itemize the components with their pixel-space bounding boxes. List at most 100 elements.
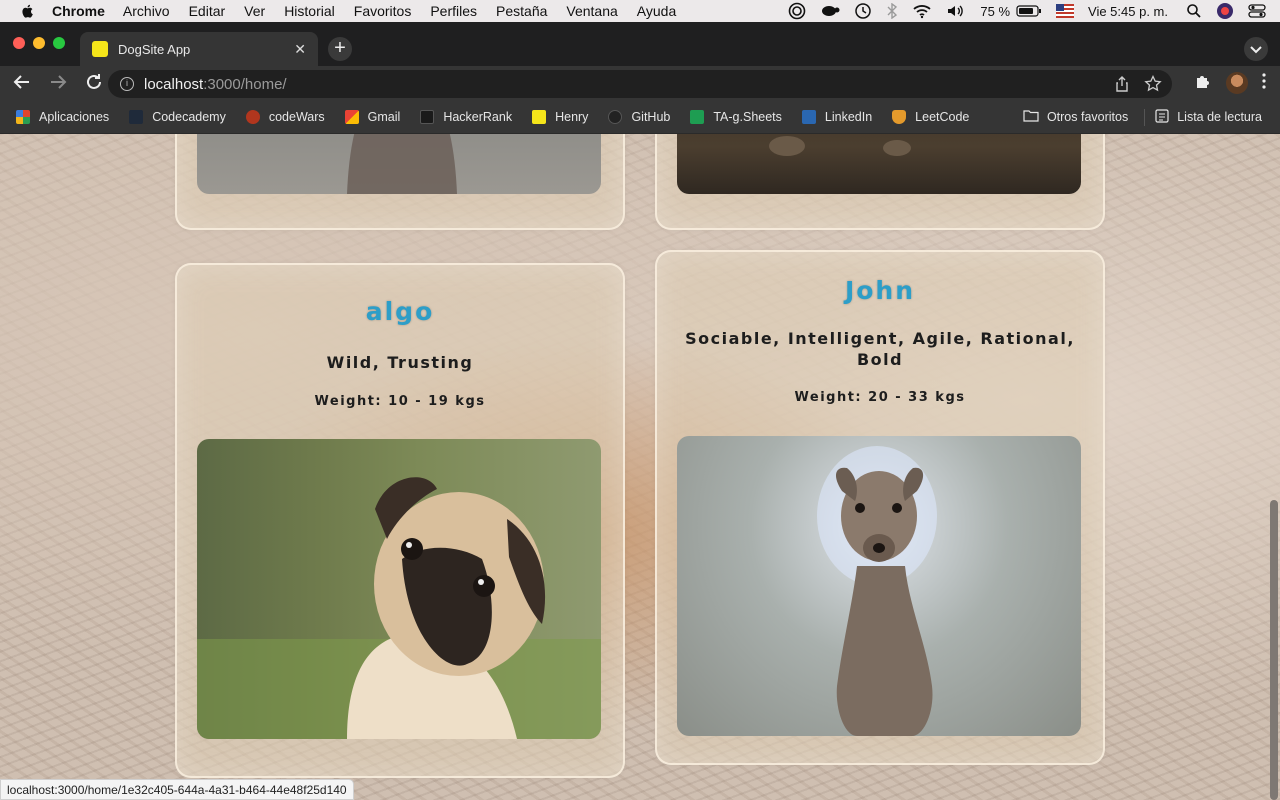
menu-app-name[interactable]: Chrome [52,3,105,19]
site-info-icon[interactable]: i [120,77,134,91]
back-button[interactable] [12,73,32,93]
bookmark-star-icon[interactable] [1144,74,1162,97]
reading-list-label: Lista de lectura [1177,110,1262,124]
dog-photo-partial [197,134,601,194]
bookmark-codewars[interactable]: codeWars [245,109,325,124]
apple-logo-icon[interactable] [20,3,36,19]
bookmark-github[interactable]: GitHub [608,109,671,124]
dog-name[interactable]: algo [177,297,623,326]
sheets-icon [690,109,705,124]
tab-title: DogSite App [118,41,191,57]
bookmark-leetcode[interactable]: LeetCode [892,109,970,124]
url-host: localhost [144,75,204,93]
battery-percent: 75 % [980,3,1011,19]
folder-icon [1023,109,1039,125]
clock[interactable]: Vie 5:45 p. m. [1088,4,1168,19]
codecademy-icon [129,109,144,124]
bookmark-gmail[interactable]: Gmail [344,109,401,124]
bookmark-henry[interactable]: Henry [532,109,589,124]
menu-ayuda[interactable]: Ayuda [637,3,676,19]
link-status-bar: localhost:3000/home/1e32c405-644a-4a31-b… [0,779,354,800]
henry-icon [532,109,547,124]
reload-button[interactable] [84,73,104,93]
bookmark-label: Otros favoritos [1046,110,1129,124]
bookmark-label: codeWars [268,109,325,124]
volume-icon[interactable] [946,3,966,19]
time-machine-icon[interactable] [854,2,872,20]
hackerrank-icon [420,109,435,124]
forward-button[interactable] [48,73,68,93]
dog-name[interactable]: John [657,276,1103,305]
focus-icon[interactable] [788,2,806,20]
tab-strip: DogSite App ✕ + [0,22,1280,66]
browser-menu-kebab-icon[interactable] [1262,72,1266,94]
menu-ver[interactable]: Ver [244,3,265,19]
menu-editar[interactable]: Editar [189,3,226,19]
menu-archivo[interactable]: Archivo [123,3,170,19]
dog-weight: Weight: 10 - 19 kgs [314,394,486,409]
user-account-icon[interactable] [1216,2,1234,20]
bookmark-label: Gmail [367,109,401,124]
reading-list-icon [1155,108,1169,126]
menu-historial[interactable]: Historial [284,3,335,19]
bookmark-label: GitHub [631,109,671,124]
github-icon [608,109,623,124]
page-scrollbar[interactable] [1270,500,1278,800]
spotlight-search-icon[interactable] [1186,3,1202,19]
bookmark-otros-favoritos[interactable]: Otros favoritos [1023,109,1128,125]
bookmark-label: Aplicaciones [39,109,110,124]
browser-tab[interactable]: DogSite App ✕ [80,32,318,66]
turtle-app-icon[interactable] [820,3,840,19]
menu-perfiles[interactable]: Perfiles [430,3,477,19]
dog-temperament: Sociable, Intelligent, Agile, Rational, … [685,329,1075,369]
bluetooth-icon[interactable] [886,3,898,19]
tab-search-button[interactable] [1244,37,1268,61]
input-source-flag-icon[interactable] [1056,4,1075,18]
dog-card[interactable]: John Sociable, Intelligent, Agile, Ratio… [655,250,1105,765]
greyhound-photo [677,436,1081,736]
control-center-icon[interactable] [1248,3,1266,19]
bookmark-label: Henry [555,109,589,124]
bookmark-aplicaciones[interactable]: Aplicaciones [16,109,110,124]
close-tab-icon[interactable]: ✕ [294,41,306,58]
bookmarks-bar: Aplicaciones Codecademy codeWars Gmail H… [0,100,1280,134]
wifi-icon[interactable] [912,3,932,19]
bookmark-hackerrank[interactable]: HackerRank [420,109,513,124]
linkedin-icon [801,109,816,124]
address-bar[interactable]: i localhost:3000/home/ [108,70,1172,98]
bookmark-ta-g-sheets[interactable]: TA-g.Sheets [690,109,782,124]
minimize-window-button[interactable] [33,37,45,49]
bookmark-linkedin[interactable]: LinkedIn [801,109,873,124]
dog-temperament: Wild, Trusting [326,353,474,372]
url-path: :3000/home/ [203,75,287,93]
bookmark-label: TA-g.Sheets [713,109,782,124]
bookmark-label: LinkedIn [824,109,873,124]
dog-card-partial[interactable] [655,134,1105,230]
dog-weight: Weight: 20 - 33 kgs [794,390,966,405]
close-window-button[interactable] [13,37,25,49]
page-viewport: algo Wild, Trusting Weight: 10 - 19 kgs … [0,134,1280,800]
bookmark-codecademy[interactable]: Codecademy [129,109,226,124]
menu-ventana[interactable]: Ventana [566,3,617,19]
bookmark-label: HackerRank [443,109,513,124]
dogsite-favicon-icon [92,41,108,57]
new-tab-button[interactable]: + [328,37,352,61]
menu-pestana[interactable]: Pestaña [496,3,547,19]
battery-icon[interactable] [1016,4,1042,18]
bookmark-label: Codecademy [152,109,226,124]
leetcode-icon [892,109,907,124]
profile-avatar[interactable] [1226,72,1248,94]
macos-menu-bar: Chrome Archivo Editar Ver Historial Favo… [0,0,1280,22]
bookmark-label: LeetCode [915,109,970,124]
browser-toolbar: i localhost:3000/home/ [0,66,1280,100]
share-icon[interactable] [1114,76,1130,96]
reading-list-button[interactable]: Lista de lectura [1144,108,1262,126]
extensions-puzzle-icon[interactable] [1194,72,1212,95]
pug-photo [197,439,601,739]
menu-favoritos[interactable]: Favoritos [354,3,412,19]
apps-grid-icon [16,109,30,124]
gmail-icon [344,109,359,124]
zoom-window-button[interactable] [53,37,65,49]
dog-card-partial[interactable] [175,134,625,230]
dog-card[interactable]: algo Wild, Trusting Weight: 10 - 19 kgs [175,263,625,778]
